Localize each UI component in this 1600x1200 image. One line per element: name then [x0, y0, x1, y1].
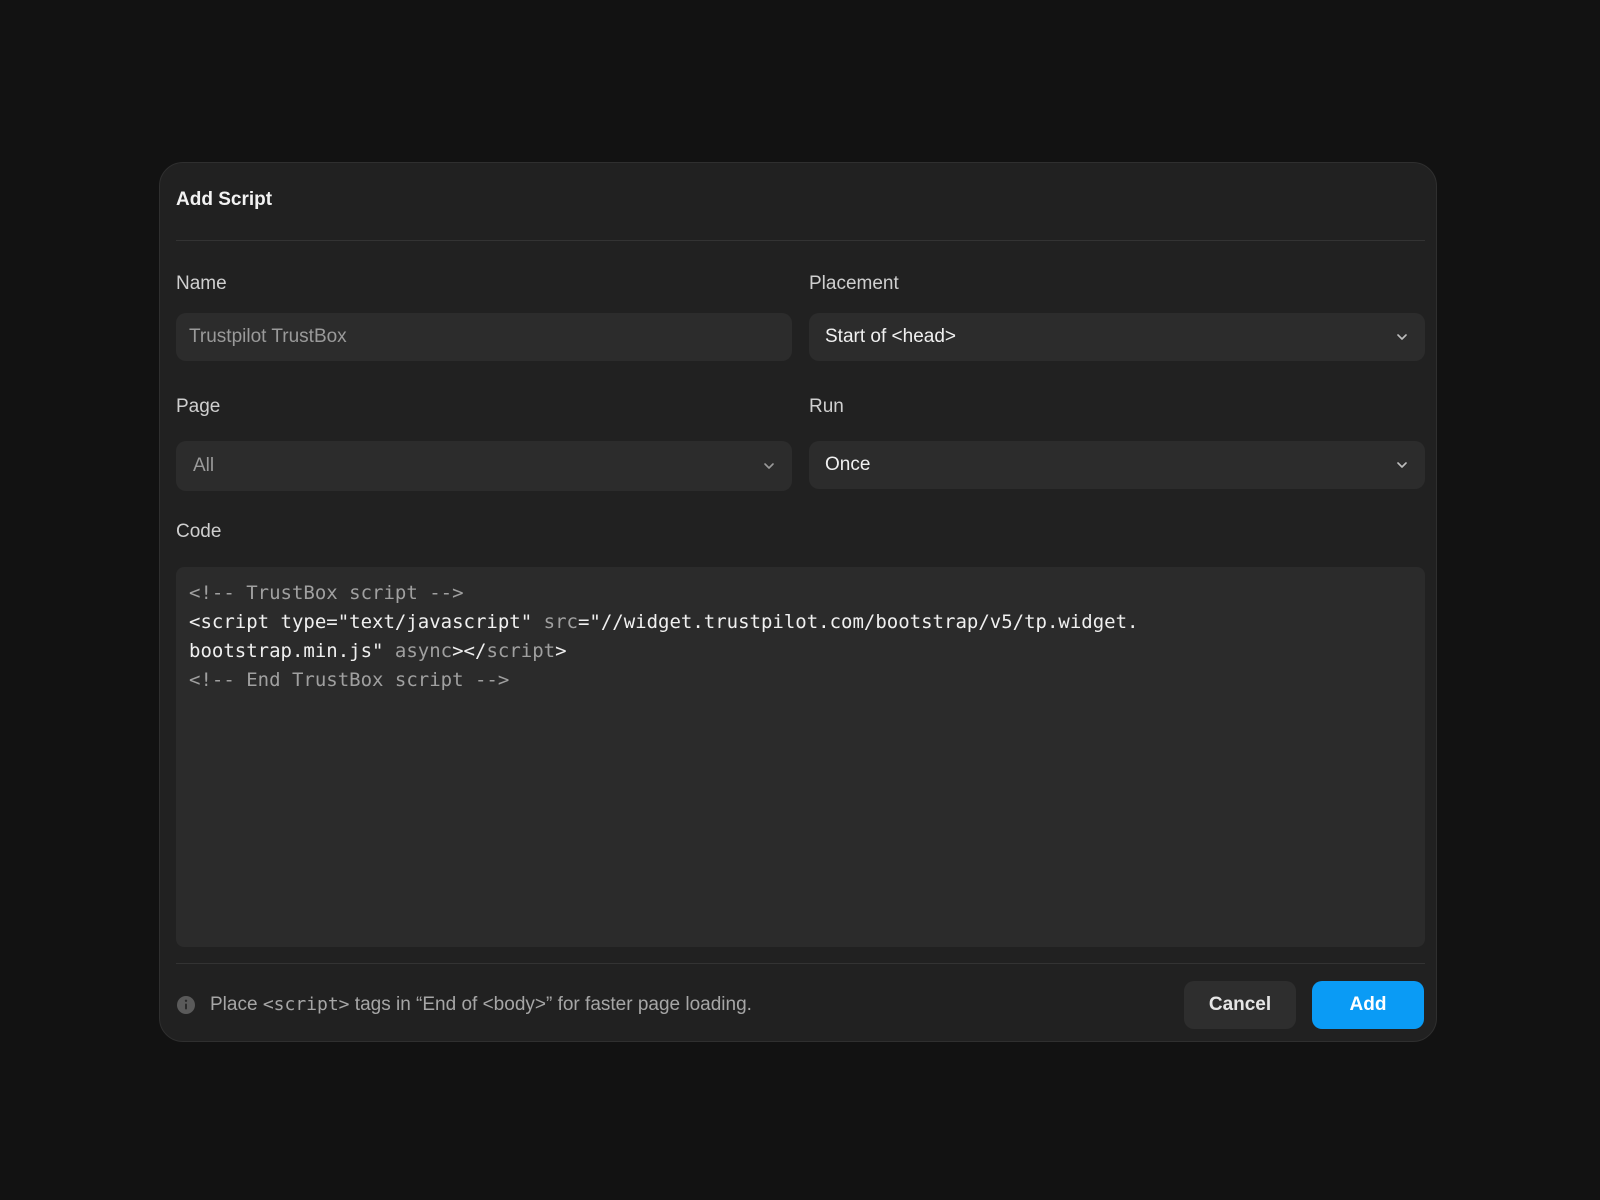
- code-token: ="text/javascript": [326, 611, 544, 633]
- placement-selected-value: Start of <head>: [825, 326, 956, 347]
- code-token: src: [543, 611, 578, 633]
- footer-divider: [176, 963, 1425, 964]
- placement-select[interactable]: Start of <head>: [809, 313, 1425, 361]
- name-input[interactable]: Trustpilot TrustBox: [176, 313, 792, 361]
- code-token: type: [280, 611, 327, 633]
- code-token: <script: [189, 611, 281, 633]
- code-token: ="//widget.trustpilot.com/bootstrap/v5/t…: [577, 611, 1139, 633]
- code-token: ></: [452, 640, 487, 662]
- code-line: <!-- End TrustBox script -->: [189, 666, 1412, 695]
- dialog-header: Add Script: [176, 163, 1425, 241]
- code-token: >: [555, 640, 567, 662]
- run-label: Run: [809, 396, 844, 417]
- run-selected-value: Once: [825, 454, 871, 475]
- chevron-down-icon: [1397, 462, 1407, 468]
- chevron-down-icon: [764, 463, 774, 469]
- hint-text-before: Place: [210, 994, 263, 1015]
- chevron-down-icon: [1397, 334, 1407, 340]
- code-token: <!-- End TrustBox script -->: [189, 669, 510, 691]
- add-button[interactable]: Add: [1312, 981, 1424, 1029]
- name-input-placeholder: Trustpilot TrustBox: [189, 326, 347, 347]
- run-select[interactable]: Once: [809, 441, 1425, 489]
- add-script-dialog: Add Script Name Trustpilot TrustBox Plac…: [159, 162, 1437, 1042]
- code-line: bootstrap.min.js" async></script>: [189, 637, 1412, 666]
- page-label: Page: [176, 396, 221, 417]
- dialog-title: Add Script: [176, 189, 273, 210]
- name-label: Name: [176, 273, 227, 294]
- code-line: <!-- TrustBox script -->: [189, 579, 1412, 608]
- hint-text-after: tags in “End of <body>” for faster page …: [349, 994, 752, 1015]
- code-editor[interactable]: <!-- TrustBox script --> <script type="te…: [176, 567, 1425, 947]
- code-line: <script type="text/javascript" src="//wi…: [189, 608, 1412, 637]
- page-select[interactable]: All: [176, 441, 792, 491]
- hint-code: <script>: [262, 994, 350, 1015]
- code-token: <!-- TrustBox script -->: [189, 582, 464, 604]
- cancel-button[interactable]: Cancel: [1184, 981, 1296, 1029]
- info-icon: [177, 996, 195, 1014]
- code-label: Code: [176, 521, 222, 542]
- code-token: script: [486, 640, 556, 662]
- page-selected-value: All: [193, 455, 215, 476]
- code-token: async: [394, 640, 453, 662]
- code-token: bootstrap.min.js": [189, 640, 395, 662]
- placement-hint: Place <script> tags in “End of <body>” f…: [210, 994, 752, 1016]
- placement-label: Placement: [809, 273, 899, 294]
